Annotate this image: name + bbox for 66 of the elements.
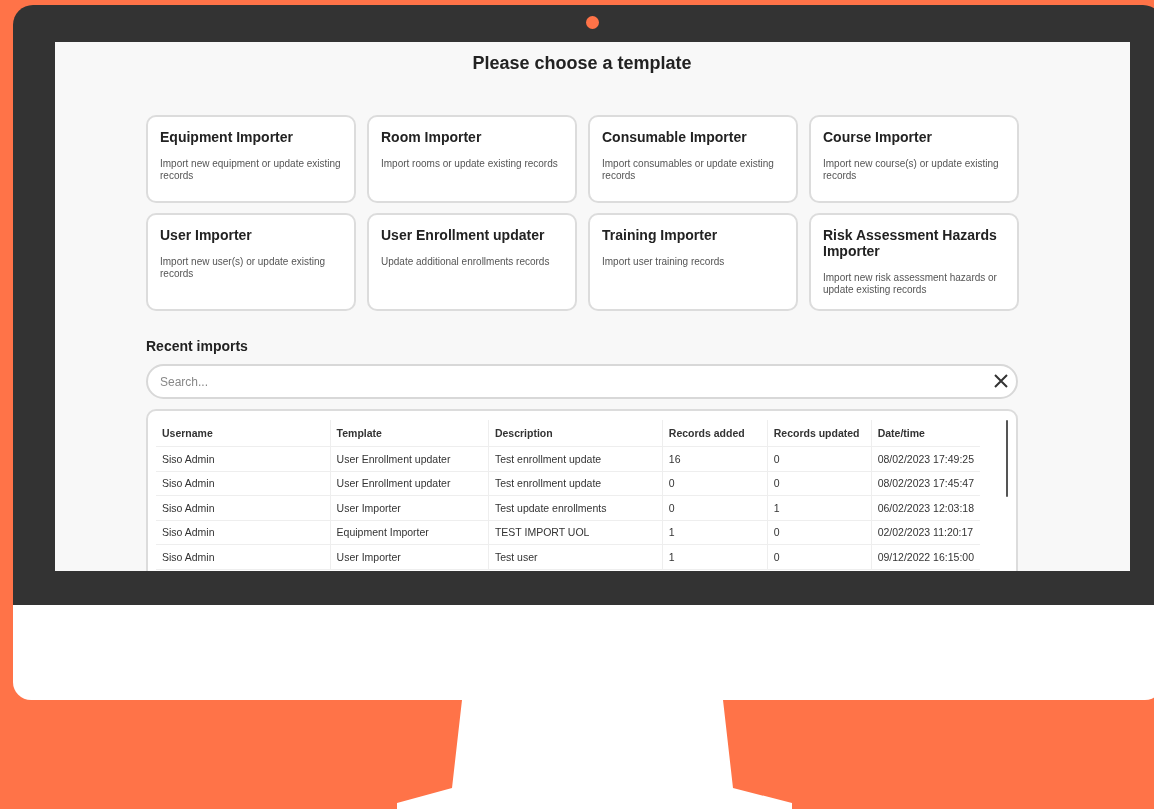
template-card[interactable]: Training Importer Import user training records [588, 213, 798, 311]
template-card[interactable]: User Importer Import new user(s) or update existing records [146, 213, 356, 311]
table-cell: Siso Admin [156, 495, 331, 520]
template-card[interactable]: Risk Assessment Hazards Importer Import new risk assessment hazards or update existing records [809, 213, 1019, 311]
table-cell: 0 [767, 471, 872, 496]
table-cell: 08/02/2023 17:45:47 [871, 471, 980, 496]
scrollbar[interactable] [1006, 420, 1008, 497]
table-cell: Siso Admin [156, 471, 331, 496]
template-card[interactable]: Consumable Importer Import consumables or update existing records [588, 115, 798, 203]
table-cell: TEST IMPORT UOL [488, 520, 663, 545]
card-description: Import new user(s) or update existing records [160, 256, 327, 280]
column-header: Records added [662, 420, 768, 447]
card-title: User Enrollment updater [381, 227, 546, 243]
table-cell: User Enrollment updater [330, 471, 489, 496]
template-card[interactable]: Course Importer Import new course(s) or update existing records [809, 115, 1019, 203]
template-card[interactable]: User Enrollment updater Update additional enrollments records [367, 213, 577, 311]
table-cell: 0 [767, 520, 872, 545]
close-icon[interactable] [994, 374, 1008, 388]
card-title: Course Importer [823, 129, 933, 145]
table-cell: Siso Admin [156, 544, 331, 569]
column-header: Template [330, 420, 489, 447]
card-description: Import new course(s) or update existing records [823, 158, 1000, 182]
table-cell: 06/02/2023 12:03:18 [871, 495, 980, 520]
table-cell: 1 [767, 495, 872, 520]
table-cell: 0 [767, 544, 872, 569]
card-description: Update additional enrollments records [381, 256, 551, 268]
table-cell: User Importer [330, 544, 489, 569]
table-cell: Equipment Importer [330, 520, 489, 545]
card-title: Training Importer [602, 227, 719, 243]
table-cell: 09/12/2022 16:15:00 [871, 544, 980, 569]
column-header: Username [156, 420, 331, 447]
table-cell: User Enrollment updater [330, 446, 489, 471]
page-title: Please choose a template [471, 52, 693, 74]
template-card[interactable]: Equipment Importer Import new equipment or update existing records [146, 115, 356, 203]
table-cell: Test update enrollments [488, 495, 663, 520]
card-title: Equipment Importer [160, 129, 294, 145]
card-title: Room Importer [381, 129, 483, 145]
card-description: Import new equipment or update existing records [160, 158, 342, 182]
table-cell: 0 [767, 446, 872, 471]
search-field[interactable]: Search... [146, 364, 1018, 399]
table-cell: 1 [662, 520, 768, 545]
table-cell: 0 [662, 495, 768, 520]
table-cell: Test user [488, 544, 663, 569]
table-cell: Siso Admin [156, 520, 331, 545]
table-cell: 0 [662, 471, 768, 496]
table-cell: 08/02/2023 17:49:25 [871, 446, 980, 471]
column-header: Description [488, 420, 663, 447]
table-cell: Test enrollment update [488, 446, 663, 471]
card-title: User Importer [160, 227, 253, 243]
card-title: Consumable Importer [602, 129, 748, 145]
card-description: Import user training records [602, 256, 726, 268]
column-header: Records updated [767, 420, 872, 447]
card-description: Import rooms or update existing records [381, 158, 559, 170]
table-cell: 1 [662, 544, 768, 569]
template-card[interactable]: Room Importer Import rooms or update existing records [367, 115, 577, 203]
table-cell: 02/02/2023 11:20:17 [871, 520, 980, 545]
card-title: Risk Assessment Hazards Importer [823, 227, 998, 259]
camera-dot [586, 16, 599, 29]
table-cell: 16 [662, 446, 768, 471]
card-description: Import consumables or update existing records [602, 158, 775, 182]
table-cell: Test enrollment update [488, 471, 663, 496]
table-cell: Siso Admin [156, 446, 331, 471]
column-header: Date/time [871, 420, 980, 447]
card-description: Import new risk assessment hazards or update existing records [823, 272, 998, 296]
table-cell: User Importer [330, 495, 489, 520]
section-heading: Recent imports [146, 338, 249, 354]
